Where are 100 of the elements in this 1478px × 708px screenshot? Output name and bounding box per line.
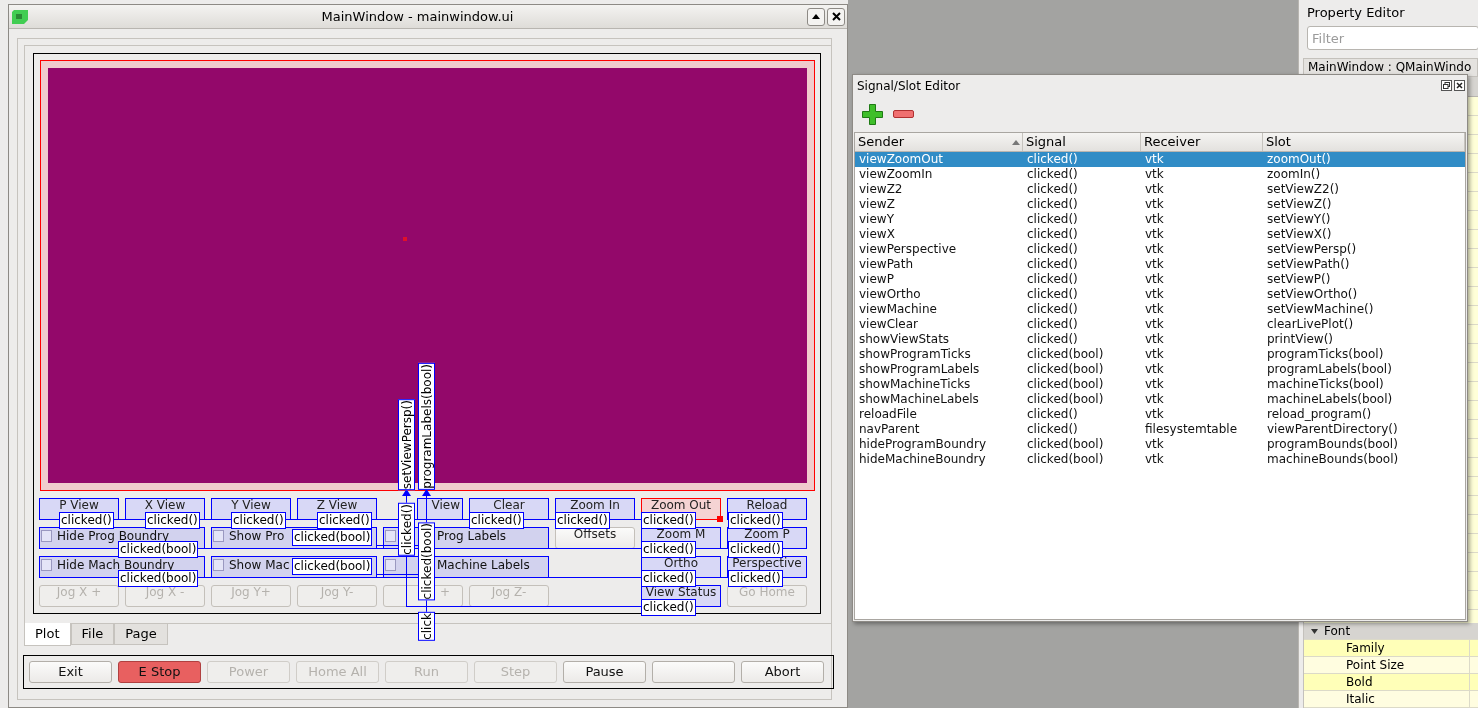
table-row[interactable]: navParent clicked() filesystemtable viewParentDirectory() (855, 422, 1465, 437)
table-cell-text: vtk (1144, 197, 1165, 212)
table-cell-text: clicked() (1026, 212, 1079, 227)
column-header[interactable]: Receiver (1144, 132, 1262, 152)
checkbox-label: Hide Mach Boundry (57, 559, 175, 572)
table-cell-text: zoomIn() (1266, 167, 1322, 182)
table-cell-text: clicked() (1026, 257, 1079, 272)
table-cell-text: setViewZ() (1266, 197, 1333, 212)
sort-up-icon[interactable] (1012, 139, 1020, 145)
add-icon[interactable] (862, 103, 883, 125)
push-button[interactable]: View (417, 498, 463, 520)
connection-tooltip: clicked(bool) (118, 541, 199, 558)
table-row[interactable]: hideMachineBoundry clicked(bool) vtk machineBounds(bool) (855, 452, 1465, 467)
table-cell-text: navParent (858, 422, 921, 437)
table-cell-text: clicked() (1026, 407, 1079, 422)
table-row[interactable]: viewOrtho clicked() vtk setViewOrtho() (855, 287, 1465, 302)
table-cell-text: vtk (1144, 332, 1165, 347)
push-button[interactable] (652, 661, 735, 683)
checkbox-box[interactable] (41, 530, 52, 542)
push-button[interactable]: E Stop (118, 661, 201, 683)
close-icon (831, 12, 841, 21)
table-cell-text: vtk (1144, 362, 1165, 377)
table-cell-text: vtk (1144, 392, 1165, 407)
float-icon[interactable] (1441, 80, 1452, 91)
table-cell-text: clicked() (1026, 317, 1079, 332)
push-button[interactable]: Offsets (555, 527, 635, 549)
table-row[interactable]: showViewStats clicked() vtk printView() (855, 332, 1465, 347)
checkbox-box[interactable] (213, 530, 224, 542)
table-row[interactable]: viewZ clicked() vtk setViewZ() (855, 197, 1465, 212)
table-cell-text: vtk (1144, 212, 1165, 227)
connection-tooltip: clicked() (641, 599, 696, 616)
close-button[interactable] (827, 7, 845, 26)
table-row[interactable]: hideProgramBoundry clicked(bool) vtk programBounds(bool) (855, 437, 1465, 452)
table-cell-text: showProgramTicks (858, 347, 972, 362)
checkbox-box[interactable] (385, 559, 396, 571)
table-cell-text: hideProgramBoundry (858, 437, 987, 452)
caret-icon (812, 14, 820, 19)
push-button[interactable]: Exit (29, 661, 112, 683)
table-row[interactable]: viewPath clicked() vtk setViewPath() (855, 257, 1465, 272)
checkbox-box[interactable] (213, 559, 224, 571)
table-cell-text: viewP (858, 272, 895, 287)
checkbox-box[interactable] (41, 559, 52, 571)
table-cell-text: vtk (1144, 152, 1165, 167)
tab[interactable]: Plot (24, 623, 71, 646)
table-cell-text: viewY (858, 212, 895, 227)
table-cell-text: clicked() (1026, 152, 1079, 167)
checkbox-label: Show Mac (229, 559, 290, 572)
table-row[interactable]: showProgramTicks clicked(bool) vtk programTicks(bool) (855, 347, 1465, 362)
table-row[interactable]: viewMachine clicked() vtk setViewMachine() (855, 302, 1465, 317)
table-row[interactable]: showMachineTicks clicked(bool) vtk machineTicks(bool) (855, 377, 1465, 392)
connection-tooltip: clicked() (317, 512, 372, 529)
table-cell-text: clicked() (1026, 167, 1079, 182)
connection-tooltip: click (418, 612, 435, 641)
filter-field[interactable]: Filter (1307, 26, 1478, 50)
table-cell-text: reload_program() (1266, 407, 1373, 422)
table-cell-text: viewParentDirectory() (1266, 422, 1399, 437)
table-cell-text: viewZ2 (858, 182, 904, 197)
connection-tooltip: clicked() (231, 512, 286, 529)
table-row[interactable]: viewP clicked() vtk setViewP() (855, 272, 1465, 287)
connection-tooltip: clicked() (59, 512, 114, 529)
table-row[interactable]: viewZ2 clicked() vtk setViewZ2() (855, 182, 1465, 197)
table-row[interactable]: viewPerspective clicked() vtk setViewPersp() (855, 242, 1465, 257)
connection-tooltip: clicked(bool) (418, 521, 435, 600)
table-row[interactable]: viewZoomIn clicked() vtk zoomIn() (855, 167, 1465, 182)
column-header[interactable]: Signal (1026, 132, 1140, 152)
table-cell-text: vtk (1144, 407, 1165, 422)
table-row[interactable]: reloadFile clicked() vtk reload_program() (855, 407, 1465, 422)
shade-button[interactable] (807, 7, 825, 26)
table-cell-text: clicked(bool) (1026, 452, 1105, 467)
remove-icon[interactable] (893, 110, 914, 118)
connection-tooltip: clicked() (728, 512, 783, 529)
table-row[interactable]: showProgramLabels clicked(bool) vtk programLabels(bool) (855, 362, 1465, 377)
table-row[interactable]: viewZoomOut clicked() vtk zoomOut() (855, 152, 1465, 167)
property-name: Point Size (1304, 657, 1470, 673)
push-button[interactable]: Abort (741, 661, 824, 683)
checkbox-box[interactable] (385, 530, 396, 542)
table-cell-text: setViewX() (1266, 227, 1333, 242)
connection-tooltip: clicked(bool) (292, 558, 373, 575)
table-row[interactable]: viewClear clicked() vtk clearLivePlot() (855, 317, 1465, 332)
column-header[interactable]: Sender (858, 132, 1012, 152)
table-cell-text: viewPath (858, 257, 914, 272)
table-cell-text: hideMachineBoundry (858, 452, 987, 467)
close-icon[interactable] (1454, 80, 1465, 91)
table-row[interactable]: viewY clicked() vtk setViewY() (855, 212, 1465, 227)
connection-tooltip: clicked() (145, 512, 200, 529)
expand-arrow-icon[interactable] (1310, 628, 1318, 634)
table-cell-text: setViewP() (1266, 272, 1332, 287)
tab[interactable]: File (70, 624, 115, 645)
table-cell-text: vtk (1144, 182, 1165, 197)
table-cell-text: vtk (1144, 227, 1165, 242)
table-row[interactable]: viewX clicked() vtk setViewX() (855, 227, 1465, 242)
table-row[interactable]: showMachineLabels clicked(bool) vtk machineLabels(bool) (855, 392, 1465, 407)
push-button[interactable]: Pause (563, 661, 646, 683)
column-header[interactable]: Slot (1266, 132, 1464, 152)
table-cell-text: setViewY() (1266, 212, 1332, 227)
connection-tooltip: clicked() (641, 541, 696, 558)
tab[interactable]: Page (114, 624, 168, 645)
table-cell-text: vtk (1144, 257, 1165, 272)
connection-tooltip: programLabels(bool) (418, 363, 435, 490)
table-cell-text: setViewPersp() (1266, 242, 1358, 257)
